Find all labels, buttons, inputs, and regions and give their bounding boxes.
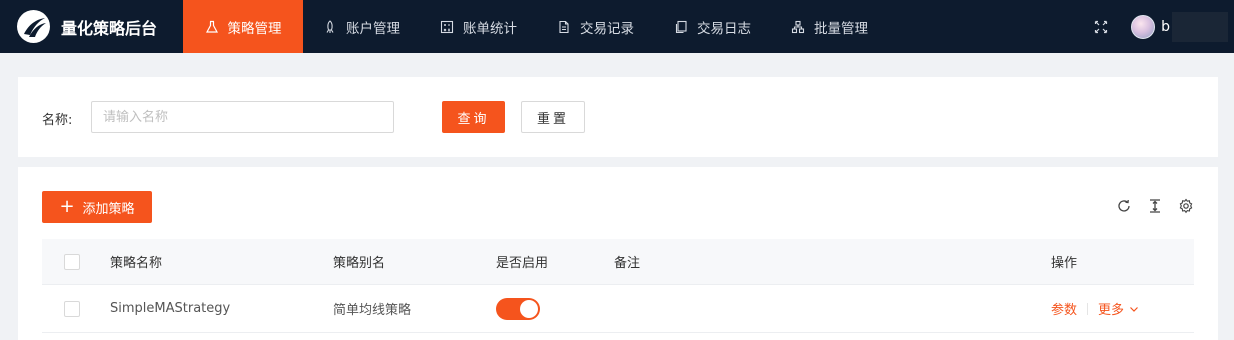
cluster-icon xyxy=(791,20,805,34)
more-label: 更多 xyxy=(1098,303,1125,318)
toggle-knob xyxy=(520,299,538,318)
nav-item-trade-logs[interactable]: 交易日志 xyxy=(654,0,771,53)
column-header-actions: 操作 xyxy=(1051,256,1078,271)
row-checkbox[interactable] xyxy=(64,300,80,317)
nav-label: 批量管理 xyxy=(814,20,868,37)
nav-label: 交易日志 xyxy=(697,20,751,37)
nav-item-account[interactable]: 账户管理 xyxy=(303,0,420,53)
enabled-toggle[interactable] xyxy=(496,297,540,320)
flask-icon xyxy=(205,20,219,34)
document-icon xyxy=(557,20,571,34)
calculator-icon xyxy=(440,20,454,34)
column-header-remark[interactable]: 备注 xyxy=(614,239,640,284)
column-header-name[interactable]: 策略名称 xyxy=(110,239,162,284)
strategy-table-panel: + 添加策略 策略名称 策略别名 是否启用 备注 操作 SimpleMAStra… xyxy=(18,167,1218,340)
strategy-alias: 简单均线策略 xyxy=(333,303,412,318)
column-height-icon[interactable] xyxy=(1147,198,1163,214)
action-divider xyxy=(1087,302,1089,315)
search-panel: 名称: 查询 重置 xyxy=(18,77,1218,157)
copy-icon xyxy=(674,20,688,34)
plus-icon: + xyxy=(59,196,75,217)
logo-icon xyxy=(17,10,50,43)
table-header: 策略名称 策略别名 是否启用 备注 操作 xyxy=(42,239,1194,285)
add-strategy-button[interactable]: + 添加策略 xyxy=(42,191,152,223)
nav-item-strategy[interactable]: 策略管理 xyxy=(183,0,303,53)
more-dropdown[interactable]: 更多 xyxy=(1098,299,1139,318)
nav-label: 账户管理 xyxy=(346,20,400,37)
nav-item-batch[interactable]: 批量管理 xyxy=(771,0,888,53)
rocket-icon xyxy=(323,19,337,34)
avatar[interactable] xyxy=(1131,14,1156,39)
app-title: 量化策略后台 xyxy=(61,18,158,38)
search-label: 名称: xyxy=(42,113,73,128)
nav-item-billing[interactable]: 账单统计 xyxy=(420,0,537,53)
nav-label: 账单统计 xyxy=(463,20,517,37)
fullscreen-icon[interactable] xyxy=(1094,20,1108,34)
reset-button[interactable]: 重置 xyxy=(521,101,585,133)
settings-icon[interactable] xyxy=(1178,198,1194,214)
top-right-tools: b xyxy=(1094,0,1234,53)
table-toolbar xyxy=(1116,198,1194,214)
strategy-name: SimpleMAStrategy xyxy=(110,301,231,316)
username-redacted xyxy=(1172,11,1228,42)
select-all-checkbox[interactable] xyxy=(64,253,80,270)
nav-item-trade-records[interactable]: 交易记录 xyxy=(537,0,654,53)
column-header-enabled[interactable]: 是否启用 xyxy=(496,239,548,284)
brand[interactable]: 量化策略后台 xyxy=(0,0,183,53)
params-link[interactable]: 参数 xyxy=(1051,299,1077,318)
username[interactable]: b xyxy=(1161,19,1170,35)
chevron-down-icon xyxy=(1129,304,1139,314)
name-search-input[interactable] xyxy=(91,101,394,133)
refresh-icon[interactable] xyxy=(1116,198,1132,214)
table-row: SimpleMAStrategy 简单均线策略 参数 更多 xyxy=(42,285,1194,333)
add-strategy-label: 添加策略 xyxy=(82,201,135,217)
nav-label: 交易记录 xyxy=(580,20,634,37)
column-header-alias[interactable]: 策略别名 xyxy=(333,239,385,284)
query-button[interactable]: 查询 xyxy=(442,101,505,133)
top-navbar: 量化策略后台 策略管理 账户管理 账单统计 交易记录 交易日志 批量管理 b xyxy=(0,0,1234,53)
nav-label: 策略管理 xyxy=(227,20,282,37)
